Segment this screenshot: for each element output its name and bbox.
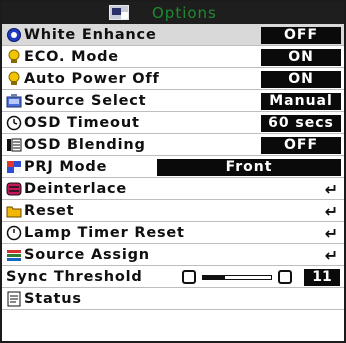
row-white-enhance[interactable]: White Enhance OFF (2, 24, 344, 46)
row-osd-blending[interactable]: OSD Blending OFF (2, 134, 344, 156)
row-status[interactable]: Status (2, 288, 344, 310)
options-menu-icon (109, 5, 129, 20)
eco-bulb-icon (8, 49, 20, 63)
slider-max-icon (278, 270, 292, 284)
row-label: Source Assign (24, 247, 150, 263)
osd-blending-value[interactable]: OFF (261, 137, 341, 154)
row-label: Source Select (24, 93, 147, 109)
osd-timeout-value[interactable]: 60 secs (261, 115, 341, 132)
enter-arrow-icon[interactable]: ↵ (325, 224, 338, 243)
row-source-select[interactable]: Source Select Manual (2, 90, 344, 112)
row-label: White Enhance (24, 27, 157, 43)
slider-fill (203, 276, 226, 279)
power-bulb-icon (8, 71, 20, 85)
status-document-icon (7, 291, 21, 307)
row-label: ECO. Mode (24, 49, 119, 65)
row-label: Deinterlace (24, 181, 128, 197)
enter-arrow-icon[interactable]: ↵ (325, 246, 338, 265)
lamp-timer-icon (6, 225, 22, 241)
row-lamp-timer-reset[interactable]: Lamp Timer Reset ↵ (2, 222, 344, 244)
row-label: PRJ Mode (24, 159, 108, 175)
deinterlace-icon (6, 182, 22, 196)
row-label: OSD Timeout (24, 115, 140, 131)
white-enhance-value[interactable]: OFF (261, 27, 341, 44)
menu-title: Options (152, 4, 217, 22)
sync-threshold-slider[interactable] (182, 270, 302, 284)
sync-threshold-value: 11 (304, 269, 340, 286)
row-label: Lamp Timer Reset (24, 225, 185, 241)
osd-blending-icon (7, 138, 22, 152)
enter-arrow-icon[interactable]: ↵ (325, 180, 338, 199)
prj-mode-icon (7, 161, 21, 173)
auto-power-off-value[interactable]: ON (261, 71, 341, 88)
slider-min-icon (182, 270, 196, 284)
row-eco-mode[interactable]: ECO. Mode ON (2, 46, 344, 68)
white-enhance-icon (7, 28, 21, 42)
row-reset[interactable]: Reset ↵ (2, 200, 344, 222)
row-label: OSD Blending (24, 137, 146, 153)
enter-arrow-icon[interactable]: ↵ (325, 202, 338, 221)
clock-icon (6, 115, 22, 131)
source-select-value[interactable]: Manual (261, 93, 341, 110)
folder-reset-icon (6, 206, 22, 218)
slider-track[interactable] (202, 275, 272, 280)
source-select-icon (6, 94, 22, 108)
row-label: Reset (24, 203, 75, 219)
row-osd-timeout[interactable]: OSD Timeout 60 secs (2, 112, 344, 134)
row-label: Auto Power Off (24, 71, 160, 87)
row-label: Sync Threshold (6, 269, 143, 285)
source-assign-icon (7, 250, 21, 261)
row-label: Status (24, 291, 82, 307)
row-deinterlace[interactable]: Deinterlace ↵ (2, 178, 344, 200)
prj-mode-value[interactable]: Front (157, 159, 341, 176)
options-menu: Options White Enhance OFF ECO. Mode ON A… (0, 0, 346, 343)
row-sync-threshold[interactable]: Sync Threshold 11 (2, 266, 344, 288)
title-bar: Options (2, 2, 344, 24)
row-source-assign[interactable]: Source Assign ↵ (2, 244, 344, 266)
row-auto-power-off[interactable]: Auto Power Off ON (2, 68, 344, 90)
eco-mode-value[interactable]: ON (261, 49, 341, 66)
row-prj-mode[interactable]: PRJ Mode Front (2, 156, 344, 178)
